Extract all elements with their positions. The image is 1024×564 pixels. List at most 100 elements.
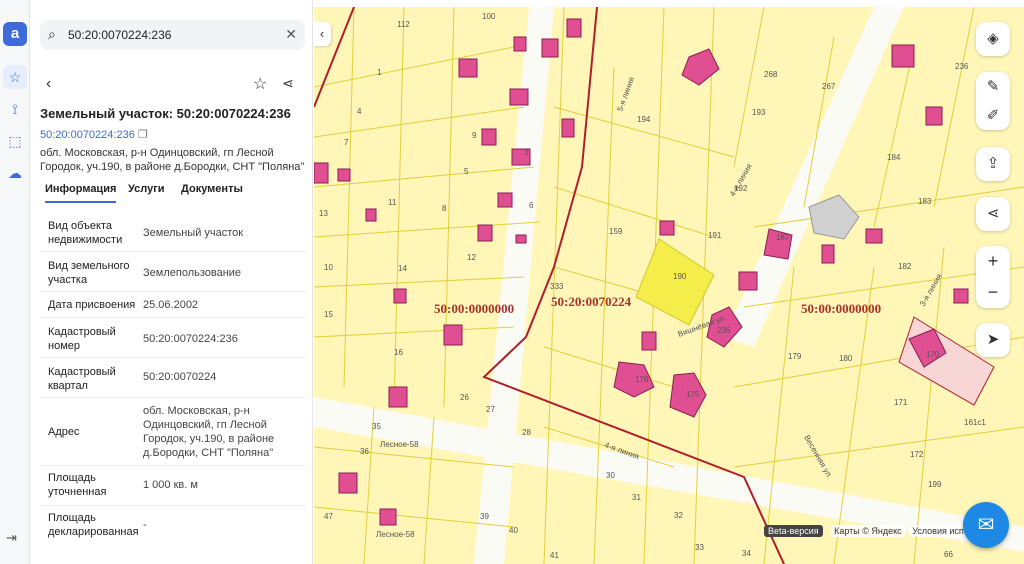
parcel-number: 159 xyxy=(609,227,623,236)
parcel-number: 170 xyxy=(926,350,940,359)
parcel-number: 194 xyxy=(637,115,651,124)
zoom-out-button[interactable]: − xyxy=(976,277,1010,308)
parcel-number: 41 xyxy=(550,551,559,560)
locate-button[interactable]: ➤ xyxy=(976,323,1010,357)
navigation-arrow-icon: ➤ xyxy=(986,331,1000,348)
parcel-number: 28 xyxy=(522,428,531,437)
info-panel: ⌕ ✕ ‹ ☆ ⋖ Земельный участок: 50:20:00702… xyxy=(31,0,313,564)
parcel-number: 199 xyxy=(928,480,942,489)
cadastral-map[interactable]: 50:00:0000000 50:20:0070224 50:00:000000… xyxy=(314,7,1024,564)
row-value: 50:20:0070224 xyxy=(143,371,217,383)
feedback-mail-button[interactable]: ✉ xyxy=(963,502,1009,548)
parcel-number: 34 xyxy=(742,549,751,558)
parcel-number: 9 xyxy=(472,131,477,140)
parcel-number: 47 xyxy=(324,512,333,521)
layers-button[interactable]: ◈ xyxy=(976,22,1010,56)
cadastral-link[interactable]: 50:20:0070224:236 ❐ xyxy=(40,128,148,141)
parcel-number: 40 xyxy=(509,526,518,535)
logout-icon[interactable]: ⇥ xyxy=(6,530,17,546)
cadastral-link-text[interactable]: 50:20:0070224:236 xyxy=(40,129,135,141)
upload-button[interactable]: ⇪ xyxy=(976,147,1010,181)
area-select-icon[interactable]: ⬚ xyxy=(3,129,27,153)
parcel-number: 16 xyxy=(394,348,403,357)
parcel-number: 27 xyxy=(486,405,495,414)
search-box[interactable]: ⌕ ✕ xyxy=(40,20,305,50)
row-value: 25.06.2002 xyxy=(143,299,199,311)
row-label: Вид земельного участка xyxy=(48,260,130,286)
route-icon[interactable]: ⟟ xyxy=(3,97,27,121)
row-value: обл. Московская, р-н Одинцовский, гп Лес… xyxy=(143,405,275,459)
row-value: 50:20:0070224:236 xyxy=(143,333,238,345)
ruler-icon[interactable]: ✎ xyxy=(976,72,1010,101)
zoom-control: + − xyxy=(976,246,1010,308)
parcel-number: 1 xyxy=(377,68,382,77)
share-map-button[interactable]: ⋖ xyxy=(976,197,1010,231)
zoom-in-button[interactable]: + xyxy=(976,246,1010,277)
row-label: Площадь декларированная xyxy=(48,512,139,538)
tab-info[interactable]: Информация xyxy=(45,183,117,203)
tab-bar: Информация Услуги Документы xyxy=(40,183,306,207)
parcel-number: 112 xyxy=(397,20,410,29)
table-row: Вид земельного участка Землепользование xyxy=(40,252,306,292)
quarter-label-west: 50:00:0000000 xyxy=(434,301,514,316)
edit-icon[interactable]: ✐ xyxy=(976,101,1010,130)
app-logo[interactable]: a xyxy=(3,22,27,46)
parcel-number: 13 xyxy=(319,209,328,218)
parcel-number: 183 xyxy=(918,197,932,206)
parcel-number: 187 xyxy=(776,233,790,242)
parcel-number: 3 xyxy=(524,148,529,157)
app-rail: a ☆ ⟟ ⬚ ☁ ⇥ xyxy=(0,0,30,564)
beta-badge: Beta-версия xyxy=(764,525,823,537)
table-row: Адрес обл. Московская, р-н Одинцовский, … xyxy=(40,398,306,466)
parcel-number: 12 xyxy=(467,253,476,262)
table-row: Кадастровый квартал 50:20:0070224 xyxy=(40,358,306,398)
parcel-number: 191 xyxy=(708,231,722,240)
parcel-number: 192 xyxy=(734,184,748,193)
collapse-panel-button[interactable]: ‹ xyxy=(313,22,331,46)
parcel-number: 100 xyxy=(482,12,496,21)
row-label: Кадастровый квартал xyxy=(48,366,116,392)
parcel-number: 39 xyxy=(480,512,489,521)
parcel-number: 6 xyxy=(529,201,534,210)
parcel-number: 236 xyxy=(717,326,731,335)
row-value: 1 000 кв. м xyxy=(143,479,198,491)
object-title: Земельный участок: 50:20:0070224:236 xyxy=(40,106,291,121)
quarter-label-center: 50:20:0070224 xyxy=(551,294,632,309)
favorites-icon[interactable]: ☆ xyxy=(3,65,27,89)
parcel-number: 172 xyxy=(910,450,924,459)
share-icon[interactable]: ⋖ xyxy=(282,75,294,92)
row-label: Площадь уточненная xyxy=(48,472,107,498)
share-icon: ⋖ xyxy=(986,205,1000,222)
copy-icon[interactable]: ❐ xyxy=(138,129,148,141)
row-label: Адрес xyxy=(48,426,80,438)
row-label: Дата присвоения xyxy=(48,299,136,311)
row-value: - xyxy=(143,519,147,531)
parcel-number: 267 xyxy=(822,82,836,91)
parcel-number: 30 xyxy=(606,471,615,480)
bookmark-star-icon[interactable]: ☆ xyxy=(253,74,267,94)
tab-services[interactable]: Услуги xyxy=(128,183,165,201)
parcel-number: 190 xyxy=(673,272,687,281)
search-icon: ⌕ xyxy=(48,26,56,42)
clear-search-icon[interactable]: ✕ xyxy=(285,26,297,43)
parcel-number: 236 xyxy=(955,62,969,71)
parcel-number: 31 xyxy=(632,493,641,502)
table-row: Вид объекта недвижимости Земельный участ… xyxy=(40,212,306,252)
upload-icon: ⇪ xyxy=(986,155,1000,172)
parcel-number: 66 xyxy=(944,550,953,559)
object-address: обл. Московская, р-н Одинцовский, гп Лес… xyxy=(40,147,305,173)
mail-icon: ✉ xyxy=(977,514,995,536)
tab-documents[interactable]: Документы xyxy=(181,183,243,201)
cloud-icon[interactable]: ☁ xyxy=(3,161,27,185)
info-table: Вид объекта недвижимости Земельный участ… xyxy=(40,212,306,546)
parcel-number: 176 xyxy=(635,375,649,384)
maps-copyright[interactable]: Карты © Яндекс xyxy=(831,525,905,537)
parcel-number: 171 xyxy=(894,398,908,407)
map-canvas[interactable]: 50:00:0000000 50:20:0070224 50:00:000000… xyxy=(314,7,1024,564)
search-input[interactable] xyxy=(68,25,278,45)
draw-tools-button[interactable]: ✎ ✐ xyxy=(976,72,1010,130)
parcel-number: 7 xyxy=(344,138,349,147)
quarter-label-east: 50:00:0000000 xyxy=(801,301,881,316)
row-value: Землепользование xyxy=(143,267,242,279)
back-button[interactable]: ‹ xyxy=(46,75,51,93)
